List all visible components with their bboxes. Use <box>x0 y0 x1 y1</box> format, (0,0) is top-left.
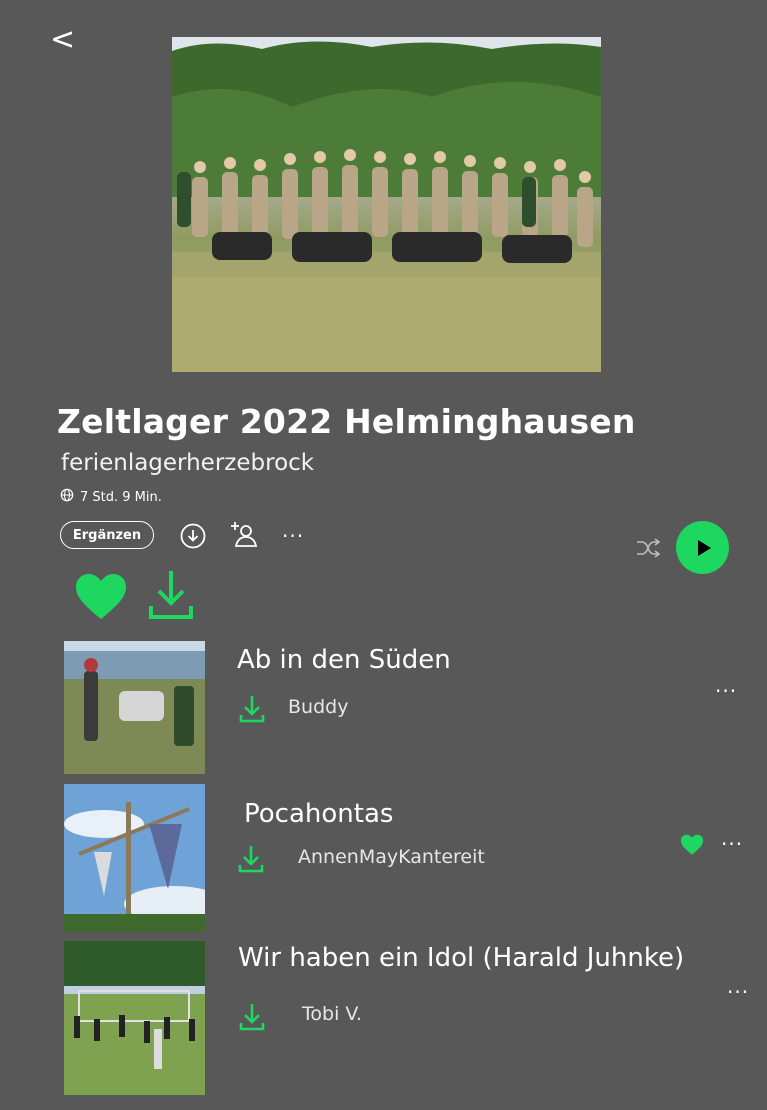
track-like-button[interactable] <box>679 833 705 857</box>
playlist-owner[interactable]: ferienlagerherzebrock <box>61 450 314 476</box>
downloaded-indicator <box>239 1002 265 1032</box>
group-photo <box>172 37 601 372</box>
more-options-button[interactable]: ··· <box>282 524 304 548</box>
download-playlist-button[interactable] <box>148 568 194 622</box>
track-thumbnail <box>64 641 205 774</box>
download-icon <box>149 571 193 619</box>
download-icon <box>239 696 265 723</box>
playlist-meta: 7 Std. 9 Min. <box>60 488 162 506</box>
track-more-button[interactable]: ··· <box>727 980 749 1004</box>
play-icon <box>697 539 711 556</box>
playlist-cover-image <box>172 37 601 372</box>
shuffle-button[interactable] <box>634 535 662 561</box>
download-icon <box>239 1004 265 1031</box>
play-button[interactable] <box>676 521 729 574</box>
heart-icon <box>76 574 126 619</box>
track-artist: Buddy <box>288 696 349 718</box>
back-button[interactable]: < <box>50 22 75 58</box>
globe-icon <box>60 488 74 506</box>
download-icon <box>180 523 206 549</box>
downloaded-indicator <box>238 844 264 874</box>
add-songs-button[interactable]: Ergänzen <box>60 521 154 549</box>
track-title[interactable]: Ab in den Süden <box>237 645 451 675</box>
downloaded-indicator <box>239 694 265 724</box>
playlist-title: Zeltlager 2022 Helminghausen <box>57 402 636 441</box>
track-thumbnail <box>64 941 205 1095</box>
invite-collaborator-button[interactable] <box>228 519 260 549</box>
add-user-icon <box>231 522 258 547</box>
playlist-duration: 7 Std. 9 Min. <box>80 489 162 505</box>
track-artist: AnnenMayKantereit <box>298 846 485 868</box>
track-title[interactable]: Pocahontas <box>244 799 393 829</box>
download-icon <box>238 846 264 873</box>
track-thumbnail <box>64 784 205 932</box>
like-playlist-button[interactable] <box>74 572 128 622</box>
track-more-button[interactable]: ··· <box>715 679 737 703</box>
shuffle-icon <box>637 538 661 558</box>
track-title[interactable]: Wir haben ein Idol (Harald Juhnke) <box>238 943 684 973</box>
heart-icon <box>680 834 704 855</box>
download-button[interactable] <box>179 522 207 550</box>
track-artist: Tobi V. <box>302 1003 362 1025</box>
track-more-button[interactable]: ··· <box>721 832 743 856</box>
